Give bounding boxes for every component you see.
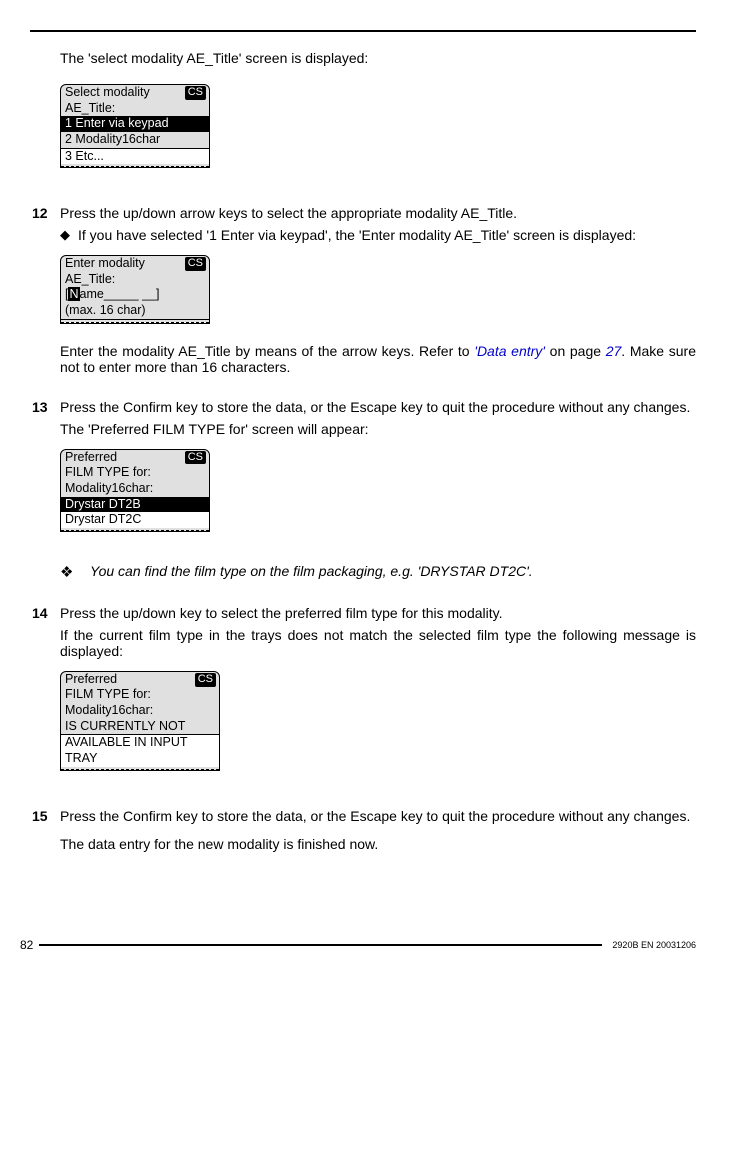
bullet-text: If you have selected '1 Enter via keypad… — [78, 227, 696, 243]
step-text: If the current film type in the trays do… — [60, 627, 696, 659]
intro-text: The 'select modality AE_Title' screen is… — [60, 50, 696, 66]
step-number: 14 — [32, 605, 60, 790]
doc-id: 2920B EN 20031206 — [612, 940, 696, 950]
step-text: Press the up/down arrow keys to select t… — [60, 205, 696, 221]
page-number: 82 — [20, 938, 33, 952]
step-body: Press the up/down arrow keys to select t… — [60, 205, 696, 381]
cs-badge: CS — [185, 86, 206, 100]
text-span: Enter the modality AE_Title by means of … — [60, 343, 474, 359]
lcd-option-selected: Drystar DT2B — [61, 497, 209, 513]
step-text: Press the Confirm key to store the data,… — [60, 808, 696, 824]
page-content: The 'select modality AE_Title' screen is… — [60, 50, 696, 858]
step-text: Press the Confirm key to store the data,… — [60, 399, 696, 415]
page-footer: 82 2920B EN 20031206 — [20, 938, 696, 952]
lcd-dash — [61, 530, 209, 531]
cs-badge: CS — [195, 673, 216, 687]
text-span: on page — [545, 343, 606, 359]
step-body: Press the Confirm key to store the data,… — [60, 399, 696, 587]
lcd-option: 3 Etc... — [61, 149, 209, 165]
lcd-option: Drystar DT2C — [61, 512, 209, 528]
lcd-input-line: [Name_____ __] — [61, 287, 209, 303]
lcd-line: TRAY — [61, 751, 219, 767]
note-text: You can find the film type on the film p… — [90, 563, 696, 581]
lcd-line: FILM TYPE for: — [61, 687, 219, 703]
step-body: Press the up/down key to select the pref… — [60, 605, 696, 790]
step-text: The 'Preferred FILM TYPE for' screen wil… — [60, 421, 696, 437]
link-data-entry[interactable]: 'Data entry' — [474, 343, 545, 359]
lcd-preferred-filmtype: CS Preferred FILM TYPE for: Modality16ch… — [60, 449, 210, 532]
input-cursor: N — [68, 287, 79, 301]
input-rest: ame_____ __] — [80, 287, 160, 301]
lcd-dash — [61, 322, 209, 323]
lcd-option: 2 Modality16char — [61, 132, 209, 149]
cs-badge: CS — [185, 451, 206, 465]
step-number: 15 — [32, 808, 60, 858]
step-15: 15 Press the Confirm key to store the da… — [60, 808, 696, 858]
lcd-line: AE_Title: — [61, 101, 209, 117]
step-body: Press the Confirm key to store the data,… — [60, 808, 696, 858]
cs-badge: CS — [185, 257, 206, 271]
lcd-line: Modality16char: — [61, 481, 209, 497]
step-text: Press the up/down key to select the pref… — [60, 605, 696, 621]
note-icon: ❖ — [60, 563, 90, 581]
lcd-enter-modality: CS Enter modality AE_Title: [Name_____ _… — [60, 255, 210, 324]
lcd-line: AE_Title: — [61, 272, 209, 288]
lcd-not-available: CS Preferred FILM TYPE for: Modality16ch… — [60, 671, 220, 771]
lcd-line: AVAILABLE IN INPUT — [61, 735, 219, 751]
note-row: ❖ You can find the film type on the film… — [60, 563, 696, 581]
lcd-line: Modality16char: — [61, 703, 219, 719]
footer-rule — [39, 944, 602, 946]
lcd-option-selected: 1 Enter via keypad — [61, 116, 209, 132]
step-number: 13 — [32, 399, 60, 587]
link-page-27[interactable]: 27 — [606, 343, 622, 359]
step-14: 14 Press the up/down key to select the p… — [60, 605, 696, 790]
lcd-select-modality: CS Select modality AE_Title: 1 Enter via… — [60, 84, 210, 168]
lcd-line: FILM TYPE for: — [61, 465, 209, 481]
lcd-dash — [61, 769, 219, 770]
lcd-dash — [61, 166, 209, 167]
paragraph: Enter the modality AE_Title by means of … — [60, 343, 696, 375]
step-text: The data entry for the new modality is f… — [60, 836, 696, 852]
diamond-bullet-icon: ◆ — [60, 227, 78, 243]
lcd-line: (max. 16 char) — [61, 303, 209, 320]
step-13: 13 Press the Confirm key to store the da… — [60, 399, 696, 587]
step-12: 12 Press the up/down arrow keys to selec… — [60, 205, 696, 381]
top-rule — [30, 30, 696, 32]
lcd-line: IS CURRENTLY NOT — [61, 719, 219, 736]
step-number: 12 — [32, 205, 60, 381]
bullet-item: ◆ If you have selected '1 Enter via keyp… — [60, 227, 696, 243]
